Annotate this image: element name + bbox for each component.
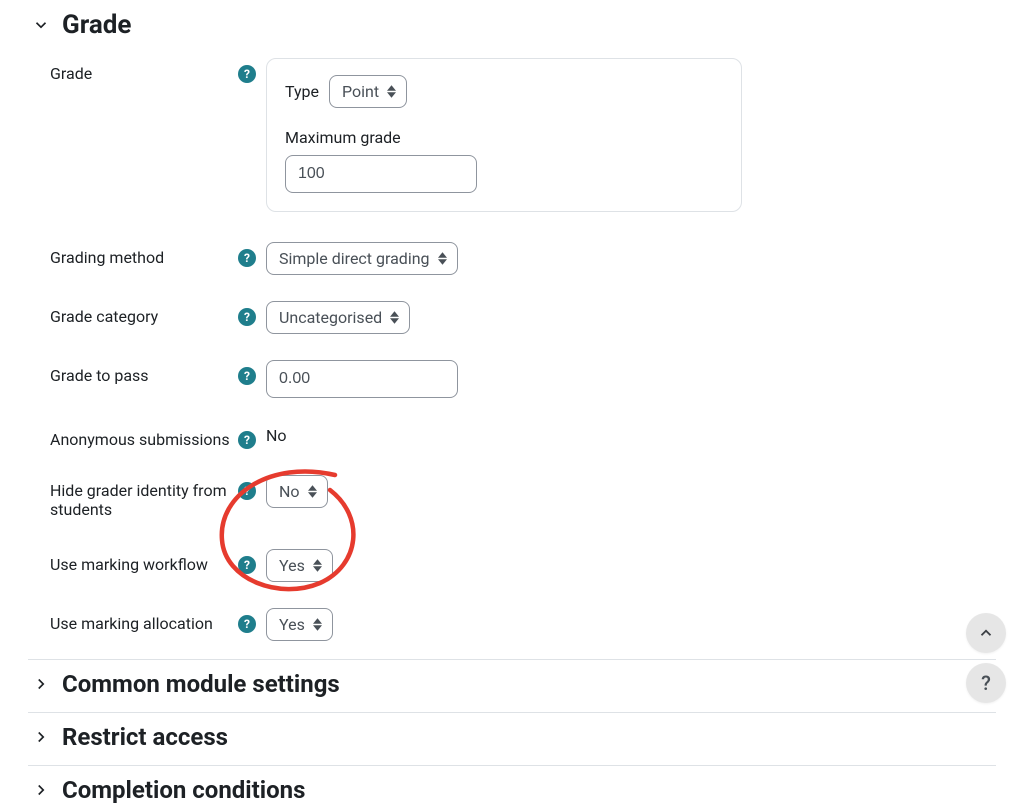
section-common-toggle[interactable]: Common module settings	[28, 662, 996, 706]
chevron-up-icon	[977, 624, 995, 642]
section-common: Common module settings	[28, 662, 996, 706]
help-icon[interactable]: ?	[238, 249, 256, 267]
input-grade-to-pass[interactable]	[266, 360, 458, 398]
label-grade-to-pass: Grade to pass	[50, 360, 238, 385]
help-icon[interactable]: ?	[238, 615, 256, 633]
section-grade-title: Grade	[62, 10, 131, 40]
row-hide-grader: Hide grader identity from students ? No	[50, 463, 996, 519]
divider	[28, 765, 996, 766]
input-max-grade[interactable]	[285, 155, 477, 193]
section-completion: Completion conditions	[28, 768, 996, 812]
value-anonymous: No	[266, 424, 996, 445]
help-icon[interactable]: ?	[238, 431, 256, 449]
row-marking-allocation: Use marking allocation ? Yes	[50, 596, 996, 641]
select-hide-grader-value: No	[279, 482, 300, 501]
section-grade-toggle[interactable]: Grade	[28, 4, 996, 46]
label-grade: Grade	[50, 58, 238, 83]
section-restrict-toggle[interactable]: Restrict access	[28, 715, 996, 759]
select-grade-type[interactable]: Point	[329, 75, 407, 108]
select-hide-grader[interactable]: No	[266, 475, 328, 508]
section-completion-toggle[interactable]: Completion conditions	[28, 768, 996, 812]
sort-caret-icon	[387, 85, 396, 98]
section-restrict: Restrict access	[28, 715, 996, 759]
label-marking-workflow: Use marking workflow	[50, 549, 238, 574]
sort-caret-icon	[308, 485, 317, 498]
scroll-to-top-button[interactable]	[966, 613, 1006, 653]
sort-caret-icon	[438, 252, 447, 265]
chevron-right-icon	[32, 781, 50, 799]
chevron-right-icon	[32, 675, 50, 693]
select-marking-workflow-value: Yes	[279, 556, 305, 575]
help-icon[interactable]: ?	[238, 308, 256, 326]
section-restrict-title: Restrict access	[62, 723, 228, 751]
row-marking-workflow: Use marking workflow ? Yes	[50, 537, 996, 582]
grade-config-box: Type Point Maximum grade	[266, 58, 742, 212]
row-grade-to-pass: Grade to pass ?	[50, 348, 996, 398]
section-grade-body: Grade ? Type Point	[28, 46, 996, 641]
label-hide-grader: Hide grader identity from students	[50, 475, 238, 519]
help-icon[interactable]: ?	[238, 556, 256, 574]
select-grade-type-value: Point	[342, 82, 379, 101]
select-marking-allocation-value: Yes	[279, 615, 305, 634]
label-max-grade: Maximum grade	[285, 128, 723, 147]
row-anonymous: Anonymous submissions ? No	[50, 412, 996, 449]
question-icon: ?	[981, 671, 991, 695]
row-grade: Grade ? Type Point	[50, 46, 996, 212]
help-fab-button[interactable]: ?	[966, 663, 1006, 703]
select-grading-method[interactable]: Simple direct grading	[266, 242, 458, 275]
chevron-down-icon	[32, 16, 50, 34]
section-common-title: Common module settings	[62, 670, 340, 698]
label-grading-method: Grading method	[50, 242, 238, 267]
divider	[28, 712, 996, 713]
help-icon[interactable]: ?	[238, 65, 256, 83]
sort-caret-icon	[313, 559, 322, 572]
section-grade: Grade Grade ? Type Point	[28, 4, 996, 641]
select-marking-allocation[interactable]: Yes	[266, 608, 333, 641]
sort-caret-icon	[313, 618, 322, 631]
sort-caret-icon	[390, 311, 399, 324]
label-marking-allocation: Use marking allocation	[50, 608, 238, 633]
help-icon[interactable]: ?	[238, 367, 256, 385]
help-icon[interactable]: ?	[238, 482, 256, 500]
label-anonymous: Anonymous submissions	[50, 424, 238, 449]
divider	[28, 659, 996, 660]
chevron-right-icon	[32, 728, 50, 746]
row-grading-method: Grading method ? Simple direct grading	[50, 230, 996, 275]
row-grade-category: Grade category ? Uncategorised	[50, 289, 996, 334]
label-grade-type: Type	[285, 82, 319, 101]
section-completion-title: Completion conditions	[62, 776, 305, 804]
label-grade-category: Grade category	[50, 301, 238, 326]
select-marking-workflow[interactable]: Yes	[266, 549, 333, 582]
select-grade-category-value: Uncategorised	[279, 308, 382, 327]
select-grade-category[interactable]: Uncategorised	[266, 301, 410, 334]
select-grading-method-value: Simple direct grading	[279, 249, 430, 268]
